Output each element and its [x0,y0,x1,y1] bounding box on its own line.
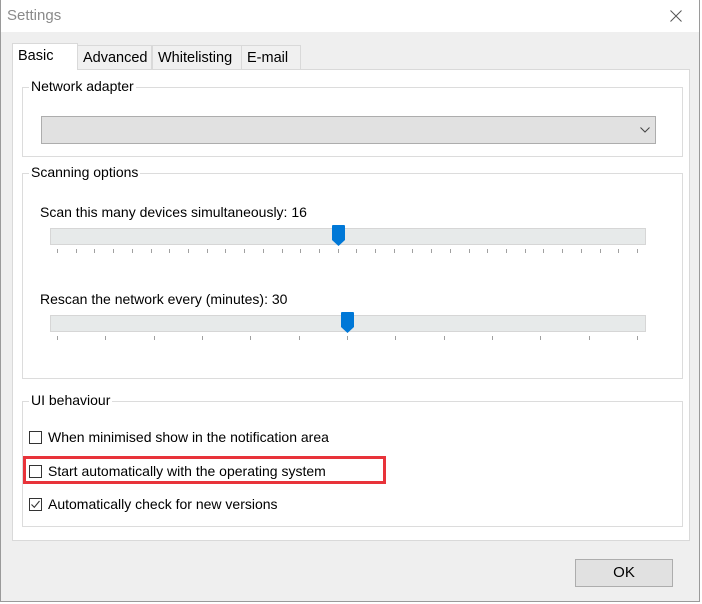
slider-tick [637,336,638,340]
simultaneous-label: Scan this many devices simultaneously: 1… [40,204,307,220]
minimise-to-tray-option[interactable]: When minimised show in the notification … [29,427,329,447]
simultaneous-slider-ticks [13,249,702,257]
slider-tick [347,336,348,340]
slider-tick [57,336,58,340]
slider-tick [262,249,264,253]
slider-tick [337,249,339,253]
simultaneous-slider-thumb[interactable] [331,225,345,247]
tab-email[interactable]: E-mail [241,45,301,69]
slider-tick [524,249,526,253]
slider-tick [57,249,58,253]
slider-tick [637,249,638,253]
slider-tick [187,249,189,253]
checkmark-icon [31,500,40,508]
tab-basic[interactable]: Basic [12,43,78,70]
slider-tick [150,249,152,253]
tab-panel-basic: Network adapter Scanning options Scan th… [12,69,690,541]
rescan-slider-ticks [13,336,702,344]
slider-tick [543,249,545,253]
slider-tick [250,336,252,340]
slider-tick [412,249,414,253]
slider-tick [318,249,320,253]
slider-tick [75,249,77,253]
start-with-os-option[interactable]: Start automatically with the operating s… [29,461,326,481]
tab-whitelisting[interactable]: Whitelisting [152,45,242,69]
slider-tick [169,249,171,253]
auto-update-check-option[interactable]: Automatically check for new versions [29,494,278,514]
slider-tick [443,336,445,340]
slider-tick [375,249,377,253]
start-with-os-label: Start automatically with the operating s… [48,463,326,479]
simultaneous-slider-track[interactable] [50,228,646,245]
slider-tick [131,249,133,253]
ok-button[interactable]: OK [575,559,673,587]
slider-tick [487,249,489,253]
window-title: Settings [7,7,62,24]
slider-tick [94,249,96,253]
network-adapter-group: Network adapter [22,78,683,157]
minimise-to-tray-checkbox[interactable] [29,430,42,444]
minimise-to-tray-label: When minimised show in the notification … [48,429,329,445]
slider-tick [300,249,302,253]
slider-tick [395,336,397,340]
slider-tick [202,336,203,340]
title-bar[interactable]: Settings [1,0,699,32]
slider-tick [356,249,358,253]
close-icon [670,10,682,22]
slider-tick [113,249,115,253]
chevron-down-icon [640,127,650,133]
slider-tick [105,336,107,340]
rescan-label: Rescan the network every (minutes): 30 [40,291,288,307]
slider-tick [206,249,208,253]
rescan-slider-thumb[interactable] [341,312,354,334]
slider-tick [225,249,227,253]
ui-behaviour-label: UI behaviour [29,392,113,408]
slider-tick [244,249,246,253]
slider-tick [588,336,590,340]
tab-advanced[interactable]: Advanced [77,45,152,69]
slider-tick [298,336,300,340]
network-adapter-label: Network adapter [29,78,136,94]
slider-tick [281,249,283,253]
auto-update-check-checkbox[interactable] [29,497,42,511]
slider-tick [618,249,620,253]
slider-tick [449,249,451,253]
scanning-options-label: Scanning options [29,164,141,180]
slider-tick [468,249,470,253]
close-button[interactable] [661,4,691,28]
slider-tick [393,249,395,253]
slider-tick [580,249,582,253]
auto-update-check-label: Automatically check for new versions [48,496,278,512]
slider-tick [562,249,564,253]
slider-tick [599,249,601,253]
slider-tick [506,249,508,253]
slider-tick [540,336,542,340]
slider-tick [153,336,155,340]
network-adapter-select[interactable] [41,116,656,144]
slider-tick [431,249,433,253]
slider-tick [492,336,493,340]
settings-dialog: Settings Basic Advanced Whitelisting E-m… [0,0,700,602]
start-with-os-checkbox[interactable] [29,464,42,478]
